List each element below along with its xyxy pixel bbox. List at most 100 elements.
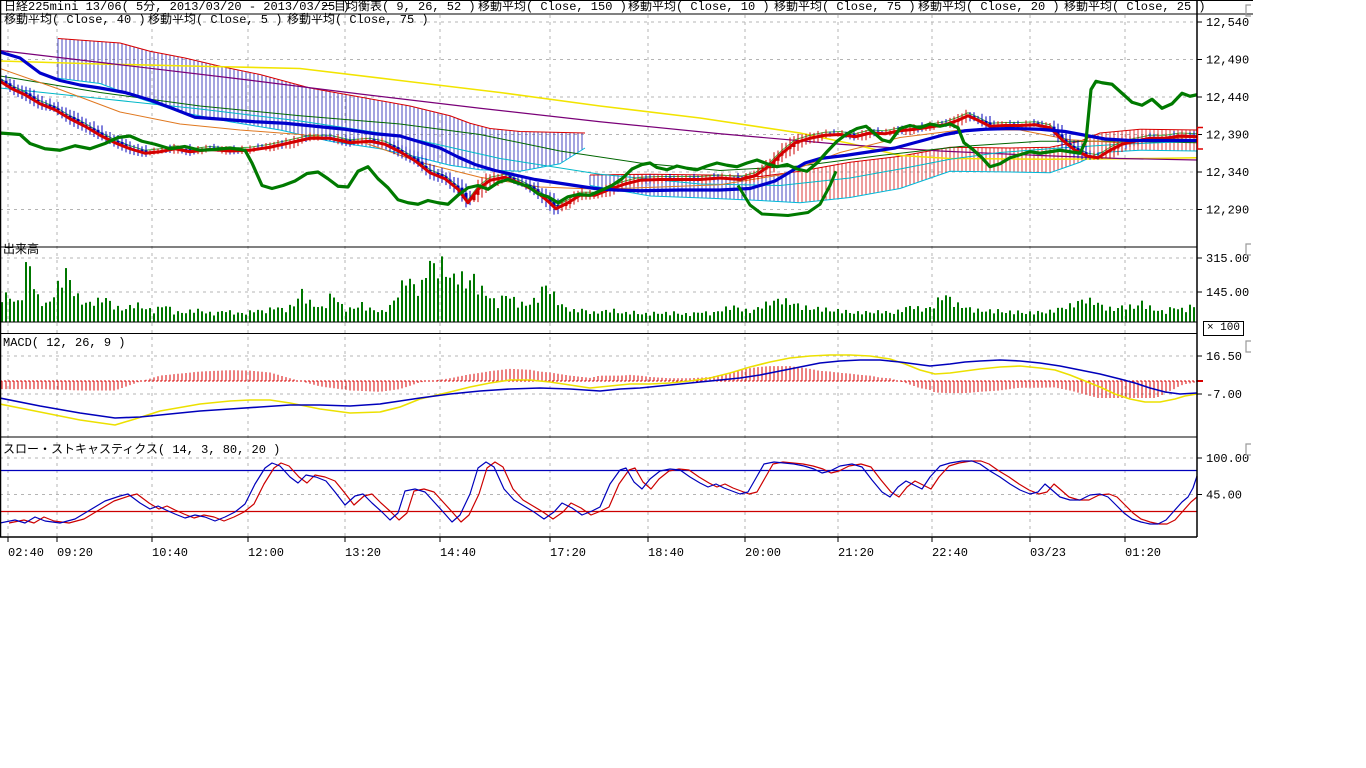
volume-bar	[1021, 313, 1023, 322]
volume-bar	[345, 312, 347, 322]
volume-bar	[337, 302, 339, 322]
volume-bar	[989, 309, 991, 322]
volume-bar	[137, 302, 139, 322]
volume-bar	[457, 284, 459, 322]
volume-bar	[793, 304, 795, 322]
volume-bar	[853, 314, 855, 322]
volume-bar	[985, 312, 987, 322]
legend-ma20: 移動平均( Close, 20 )	[918, 1, 1060, 14]
volume-bar	[401, 280, 403, 322]
volume-bar	[673, 311, 675, 322]
volume-bar	[689, 316, 691, 322]
volume-bar	[373, 310, 375, 322]
volume-bar	[585, 310, 587, 322]
volume-bar	[933, 308, 935, 322]
volume-bar	[777, 299, 779, 322]
volume-bar	[1165, 314, 1167, 322]
volume-bar	[89, 302, 91, 322]
volume-bar	[905, 307, 907, 322]
volume-bar	[1077, 301, 1079, 322]
volume-bar	[245, 315, 247, 322]
x-axis-label: 10:40	[152, 546, 188, 560]
volume-bar	[385, 312, 387, 322]
volume-bar	[1029, 311, 1031, 322]
volume-bar	[813, 309, 815, 322]
volume-bar	[113, 310, 115, 322]
volume-bar	[1117, 308, 1119, 322]
volume-multiplier-badge: × 100	[1203, 321, 1244, 336]
volume-bar	[677, 314, 679, 322]
volume-bar	[573, 309, 575, 322]
x-axis-label: 02:40	[8, 546, 44, 560]
volume-bar	[57, 281, 59, 322]
volume-bar	[993, 313, 995, 322]
volume-bar	[1113, 311, 1115, 322]
volume-bar	[829, 311, 831, 322]
volume-bar	[757, 307, 759, 322]
y-axis-label: 12,290	[1206, 204, 1249, 218]
volume-bar	[1005, 313, 1007, 322]
volume-bar	[577, 312, 579, 322]
legend-ma10: 移動平均( Close, 10 )	[628, 1, 770, 14]
volume-bar	[865, 311, 867, 322]
volume-bar	[565, 307, 567, 322]
volume-bar	[461, 271, 463, 322]
y-axis-label: 100.00	[1206, 452, 1249, 466]
volume-bar	[613, 309, 615, 322]
stochastics-panel-label: スロー・ストキャスティクス( 14, 3, 80, 20 )	[3, 440, 280, 457]
volume-bar	[109, 301, 111, 322]
volume-bar	[405, 286, 407, 322]
volume-bar	[753, 310, 755, 322]
volume-bar	[925, 308, 927, 322]
volume-bar	[201, 311, 203, 322]
volume-bar	[77, 293, 79, 322]
volume-bar	[821, 312, 823, 322]
volume-bar	[273, 309, 275, 322]
volume-bar	[409, 279, 411, 322]
volume-bar	[185, 313, 187, 322]
volume-bar	[1045, 313, 1047, 322]
volume-bar	[9, 299, 11, 322]
volume-bar	[1189, 305, 1191, 322]
volume-bar	[505, 296, 507, 322]
volume-bar	[697, 313, 699, 322]
x-axis-label: 03/23	[1030, 546, 1066, 560]
volume-bar	[885, 311, 887, 322]
volume-bar	[321, 306, 323, 322]
volume-bar	[1121, 305, 1123, 322]
x-axis-label: 21:20	[838, 546, 874, 560]
y-axis-label: 12,390	[1206, 129, 1249, 143]
volume-bar	[441, 256, 443, 322]
volume-bar	[353, 309, 355, 322]
volume-bar	[517, 308, 519, 322]
volume-bar	[1133, 309, 1135, 322]
volume-bar	[469, 280, 471, 322]
volume-bar	[189, 310, 191, 322]
volume-bar	[833, 312, 835, 322]
volume-bar	[809, 310, 811, 322]
volume-bar	[913, 309, 915, 322]
volume-bar	[1085, 304, 1087, 322]
volume-bar	[781, 304, 783, 322]
volume-bar	[49, 302, 51, 322]
volume-bar	[1065, 309, 1067, 322]
x-axis-label: 01:20	[1125, 546, 1161, 560]
volume-bar	[633, 311, 635, 322]
volume-bar	[1097, 303, 1099, 322]
volume-bar	[1009, 310, 1011, 322]
volume-bar	[545, 286, 547, 322]
volume-bar	[213, 315, 215, 322]
y-axis-label: 12,490	[1206, 54, 1249, 68]
volume-bar	[465, 289, 467, 322]
volume-bar	[549, 294, 551, 322]
volume-bar	[1089, 298, 1091, 322]
volume-bar	[685, 313, 687, 322]
volume-bar	[541, 287, 543, 322]
volume-bar	[101, 302, 103, 322]
volume-bar	[1173, 308, 1175, 322]
volume-bar	[477, 294, 479, 322]
volume-bar	[1053, 313, 1055, 322]
volume-bar	[941, 300, 943, 322]
volume-bar	[1049, 310, 1051, 322]
volume-bar	[1041, 312, 1043, 322]
